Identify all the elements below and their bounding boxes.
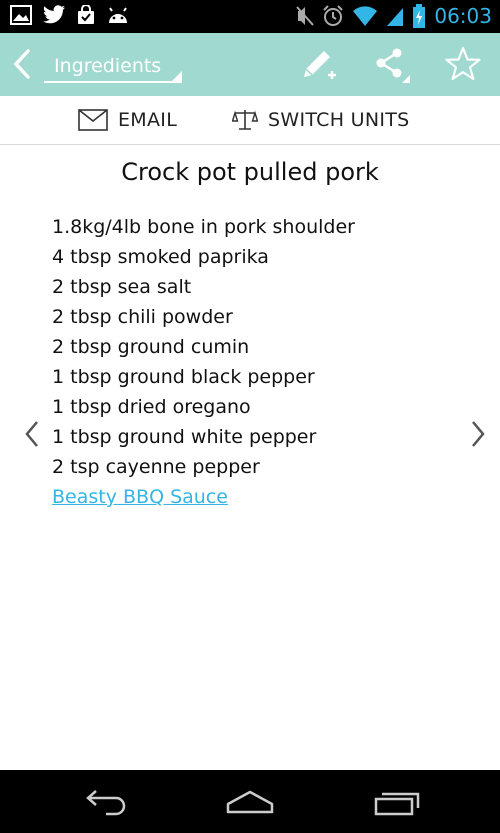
spinner-underline (44, 81, 182, 83)
status-time: 06:03 (434, 4, 492, 28)
home-icon (226, 790, 274, 814)
system-home-button[interactable] (222, 786, 278, 818)
android-icon (106, 5, 130, 25)
ingredient-item: 1.8kg/4lb bone in pork shoulder (52, 216, 355, 238)
spinner-label: Ingredients (54, 55, 162, 77)
ingredient-list: 1.8kg/4lb bone in pork shoulder 4 tbsp s… (52, 212, 452, 512)
recent-apps-icon (374, 792, 420, 816)
recipe-toolbar: EMAIL SWITCH UNITS (0, 96, 500, 145)
shopping-bag-icon (76, 5, 96, 25)
chevron-left-icon (13, 49, 30, 79)
scales-icon (232, 110, 258, 130)
switch-units-button[interactable]: SWITCH UNITS (232, 106, 410, 134)
chevron-right-icon (472, 421, 485, 447)
section-spinner[interactable]: Ingredients (44, 43, 182, 87)
email-label: EMAIL (118, 109, 178, 131)
status-bar: 06:03 (0, 0, 500, 33)
ingredient-item: 4 tbsp smoked paprika (52, 246, 269, 268)
system-recent-apps-button[interactable] (368, 786, 424, 818)
ingredient-item: 1 tbsp dried oregano (52, 396, 251, 418)
battery-charging-icon (412, 4, 426, 28)
recipe-title: Crock pot pulled pork (121, 158, 379, 186)
chevron-left-icon (25, 421, 38, 447)
ingredient-item: 1 tbsp ground white pepper (52, 426, 317, 448)
next-page-button[interactable] (466, 418, 490, 450)
wifi-icon (352, 5, 378, 27)
twitter-icon (42, 5, 66, 25)
gallery-icon (10, 5, 32, 25)
ingredient-item: 1 tbsp ground black pepper (52, 366, 315, 388)
email-button[interactable]: EMAIL (78, 106, 177, 134)
previous-page-button[interactable] (20, 418, 44, 450)
signal-icon (386, 5, 404, 27)
envelope-icon (78, 109, 108, 131)
system-back-button[interactable] (76, 786, 132, 818)
ingredient-item: 2 tbsp chili powder (52, 306, 233, 328)
back-button[interactable] (8, 47, 36, 81)
share-icon (376, 48, 410, 83)
action-bar: Ingredients (0, 33, 500, 96)
back-arrow-icon (86, 790, 126, 816)
switch-units-label: SWITCH UNITS (268, 109, 410, 131)
system-navigation-bar (0, 770, 500, 833)
edit-button[interactable] (298, 45, 340, 85)
share-button[interactable] (370, 45, 412, 85)
ingredient-item: 2 tbsp sea salt (52, 276, 192, 298)
pencil-add-icon (304, 51, 336, 79)
ingredient-item: 2 tbsp ground cumin (52, 336, 250, 358)
mute-icon (296, 5, 315, 27)
ingredient-link-item: Beasty BBQ Sauce (52, 482, 452, 512)
ingredient-item: 2 tsp cayenne pepper (52, 456, 260, 478)
bbq-sauce-recipe-link[interactable]: Beasty BBQ Sauce (52, 486, 228, 508)
dropdown-caret-icon (172, 71, 182, 81)
alarm-icon (322, 5, 344, 27)
star-outline-icon (445, 46, 481, 81)
favorite-button[interactable] (443, 45, 485, 85)
